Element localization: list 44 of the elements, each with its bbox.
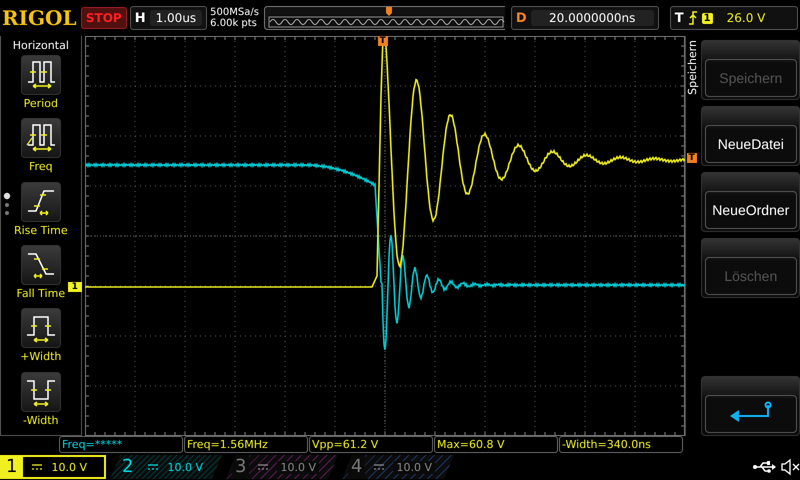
measurement-readout: Max=60.8 V	[434, 436, 558, 453]
delay-panel[interactable]: D 20.0000000ns	[510, 6, 659, 30]
measure-label: Rise Time	[14, 224, 68, 237]
delay-label: D	[516, 10, 527, 26]
measurement-readout: Freq=*****	[59, 436, 183, 453]
channel-number: 1	[0, 455, 24, 479]
measure-label: -Width	[23, 414, 59, 427]
measurement-readout: -Width=340.0ns	[559, 436, 683, 453]
channel-scale: 10.0 V	[393, 460, 435, 474]
run-state-indicator[interactable]: STOP	[80, 7, 127, 29]
trigger-level-marker[interactable]: T	[686, 153, 697, 163]
channel-scale: 10.0 V	[277, 460, 319, 474]
measure-label: Period	[24, 97, 58, 110]
channel-scale: 10.0 V	[51, 460, 87, 474]
timebase-label: H	[134, 10, 146, 26]
menu-button[interactable]: NeueDatei	[700, 106, 800, 166]
menu-title: Horizontal	[12, 39, 69, 52]
delay-value: 20.0000000ns	[530, 10, 654, 26]
trigger-level: 26.0 V	[726, 11, 766, 25]
channel-tab[interactable]: 3 10.0 V	[226, 455, 338, 479]
channel-number: 3	[232, 455, 250, 479]
timebase-panel[interactable]: H 1.00us	[130, 6, 208, 30]
menu-button[interactable]: NeueOrdner	[700, 172, 800, 232]
channel-marker[interactable]: 1	[68, 282, 82, 292]
measure-label: Fall Time	[16, 286, 66, 300]
channel-number: 2	[121, 455, 134, 479]
trigger-position-marker[interactable]: T	[378, 36, 388, 46]
measurement-readout: Vpp=61.2 V	[309, 436, 433, 453]
channel-number: 4	[348, 455, 366, 479]
measure-label: +Width	[20, 350, 62, 364]
measurement-readout: Freq=1.56MHz	[184, 436, 308, 453]
channel-scale: 10.0 V	[167, 460, 203, 474]
memory-depth: 6.00k pts	[210, 18, 258, 29]
brand-logo: RIGOL	[2, 6, 78, 30]
channel-tab[interactable]: 1 10.0 V	[0, 455, 106, 479]
trigger-source: 1	[702, 12, 713, 24]
channel-tab[interactable]: 2 10.0 V	[110, 455, 222, 479]
measure-label: Freq	[29, 160, 53, 174]
menu-title: Speichern	[686, 40, 699, 95]
timebase-value: 1.00us	[150, 10, 202, 26]
channel-tab[interactable]: 4 10.0 V	[342, 455, 454, 479]
trigger-label: T	[674, 10, 684, 26]
trigger-panel[interactable]: T 1 26.0 V	[670, 6, 798, 30]
sample-rate: 500MSa/s	[210, 7, 260, 18]
